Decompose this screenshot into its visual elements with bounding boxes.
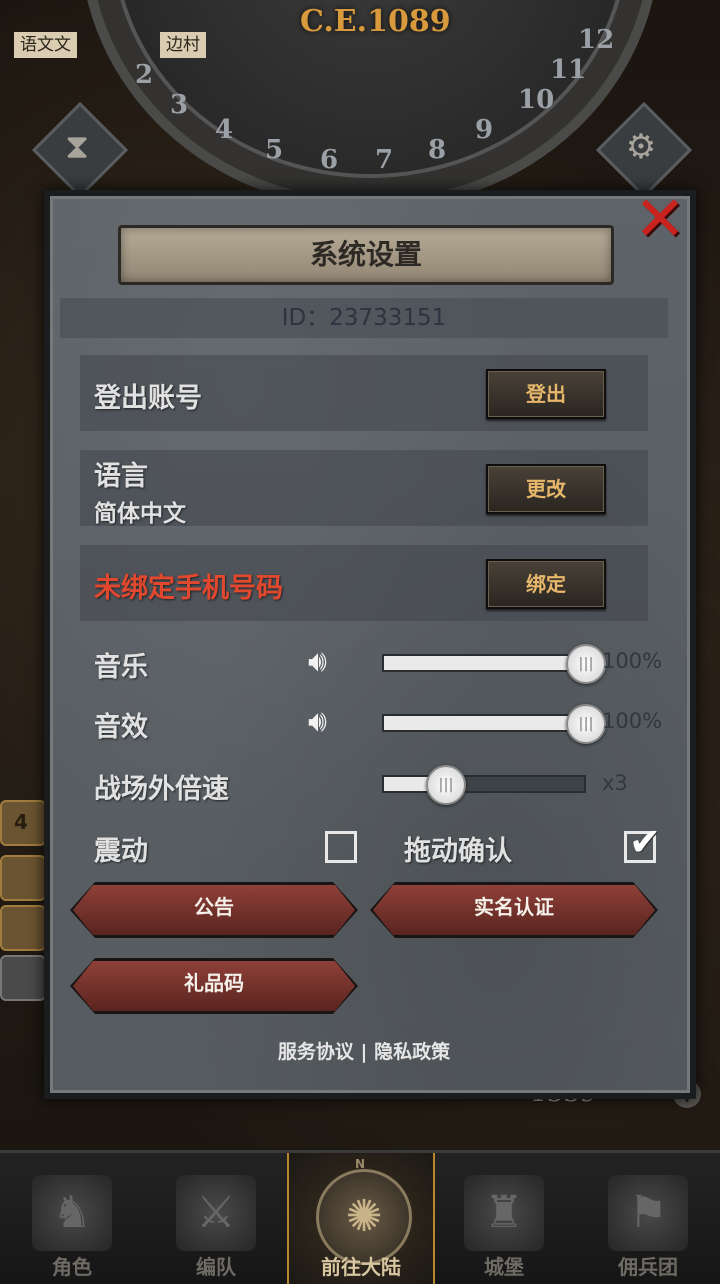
speed-value: x3 — [602, 771, 628, 795]
dial-number: 7 — [375, 145, 394, 175]
castle-icon: ♜ — [464, 1175, 544, 1251]
close-icon: ✕ — [634, 182, 686, 255]
real-name-button[interactable]: 实名认证 — [370, 882, 658, 938]
dial-numbers: 2 3 4 5 6 7 8 9 10 11 12 — [130, 25, 614, 190]
real-name-label: 实名认证 — [373, 885, 655, 935]
nav-item-continent[interactable]: N ✺ 前往大陆 — [287, 1153, 435, 1284]
close-button[interactable]: ✕ — [632, 188, 688, 250]
change-language-button[interactable]: 更改 — [486, 464, 606, 514]
dial-number: 2 — [135, 60, 154, 90]
gift-code-label: 礼品码 — [73, 961, 355, 1011]
dial-number: 6 — [320, 145, 339, 175]
era-label: C.E.1089 — [300, 4, 451, 39]
nav-label: 城堡 — [484, 1255, 524, 1279]
nav-label: 前往大陆 — [321, 1255, 401, 1279]
dialog-title: 系统设置 — [309, 238, 422, 271]
map-scroll-icon[interactable] — [0, 855, 46, 901]
sfx-slider[interactable] — [382, 704, 606, 744]
dial-number: 11 — [550, 55, 587, 85]
music-slider[interactable] — [382, 644, 606, 684]
search-icon[interactable] — [0, 955, 46, 1001]
event-icon[interactable] — [0, 905, 46, 951]
speed-label: 战场外倍速 — [94, 774, 229, 805]
title-banner: 系统设置 — [118, 225, 614, 285]
nav-item-mercenary[interactable]: ⚑ 佣兵团 — [576, 1153, 720, 1284]
dial-number: 3 — [170, 90, 189, 120]
vibration-checkbox[interactable] — [325, 831, 357, 863]
dial-number: 10 — [518, 85, 555, 115]
bind-phone-button[interactable]: 绑定 — [486, 559, 606, 609]
music-label: 音乐 — [94, 652, 148, 683]
nav-label: 佣兵团 — [618, 1255, 678, 1279]
nav-item-character[interactable]: ♞ 角色 — [0, 1153, 144, 1284]
dial-number: 8 — [428, 135, 447, 165]
nav-label: 角色 — [52, 1255, 92, 1279]
player-id: ID：23733151 — [281, 305, 447, 331]
dial-number: 4 — [215, 115, 234, 145]
bottom-navigation: ♞ 角色 ⚔ 编队 N ✺ 前往大陆 ♜ 城堡 ⚑ 佣兵团 — [0, 1150, 720, 1284]
hourglass-icon: ⧗ — [65, 127, 89, 167]
footer-links: 服务协议 | 隐私政策 — [60, 1037, 668, 1064]
music-slider-fill — [384, 656, 584, 670]
logout-button[interactable]: 登出 — [486, 369, 606, 419]
language-value: 简体中文 — [94, 501, 186, 527]
footer-separator: | — [360, 1041, 368, 1063]
dial-number: 9 — [475, 115, 494, 145]
dial-number: 12 — [578, 25, 615, 55]
sfx-value: 100% — [602, 709, 663, 733]
music-value: 100% — [602, 649, 663, 673]
map-tab[interactable]: 边村 — [160, 32, 206, 58]
drag-confirm-checkbox[interactable] — [624, 820, 661, 864]
mercenary-banner-icon: ⚑ — [608, 1175, 688, 1251]
map-tab[interactable]: 语文文 — [14, 32, 77, 58]
logout-label: 登出账号 — [94, 383, 202, 414]
speed-slider-handle[interactable] — [426, 765, 466, 805]
quest-scroll-icon[interactable]: 4 — [0, 800, 46, 846]
music-slider-handle[interactable] — [566, 644, 606, 684]
quest-badge-count: 4 — [14, 810, 28, 834]
announcement-button[interactable]: 公告 — [70, 882, 358, 938]
gift-code-button[interactable]: 礼品码 — [70, 958, 358, 1014]
sfx-slider-fill — [384, 716, 584, 730]
announcement-label: 公告 — [73, 885, 355, 935]
sfx-label: 音效 — [94, 712, 148, 743]
nav-item-formation[interactable]: ⚔ 编队 — [144, 1153, 288, 1284]
privacy-policy-link[interactable]: 隐私政策 — [374, 1041, 450, 1063]
dial-number: 5 — [265, 135, 284, 165]
speaker-icon[interactable]: 🔊︎ — [308, 702, 354, 742]
language-label: 语言 — [94, 461, 148, 492]
drag-confirm-label: 拖动确认 — [404, 836, 512, 867]
service-agreement-link[interactable]: 服务协议 — [278, 1041, 354, 1063]
knight-helmet-icon: ♞ — [32, 1175, 112, 1251]
vibration-label: 震动 — [94, 836, 148, 867]
sfx-slider-handle[interactable] — [566, 704, 606, 744]
phone-unbound-label: 未绑定手机号码 — [94, 573, 283, 604]
speed-slider[interactable] — [382, 765, 586, 805]
speaker-icon[interactable]: 🔊︎ — [308, 642, 354, 682]
armored-squad-icon: ⚔ — [176, 1175, 256, 1251]
nav-item-castle[interactable]: ♜ 城堡 — [432, 1153, 576, 1284]
gear-icon: ⚙ — [625, 127, 657, 167]
nav-label: 编队 — [196, 1255, 236, 1279]
